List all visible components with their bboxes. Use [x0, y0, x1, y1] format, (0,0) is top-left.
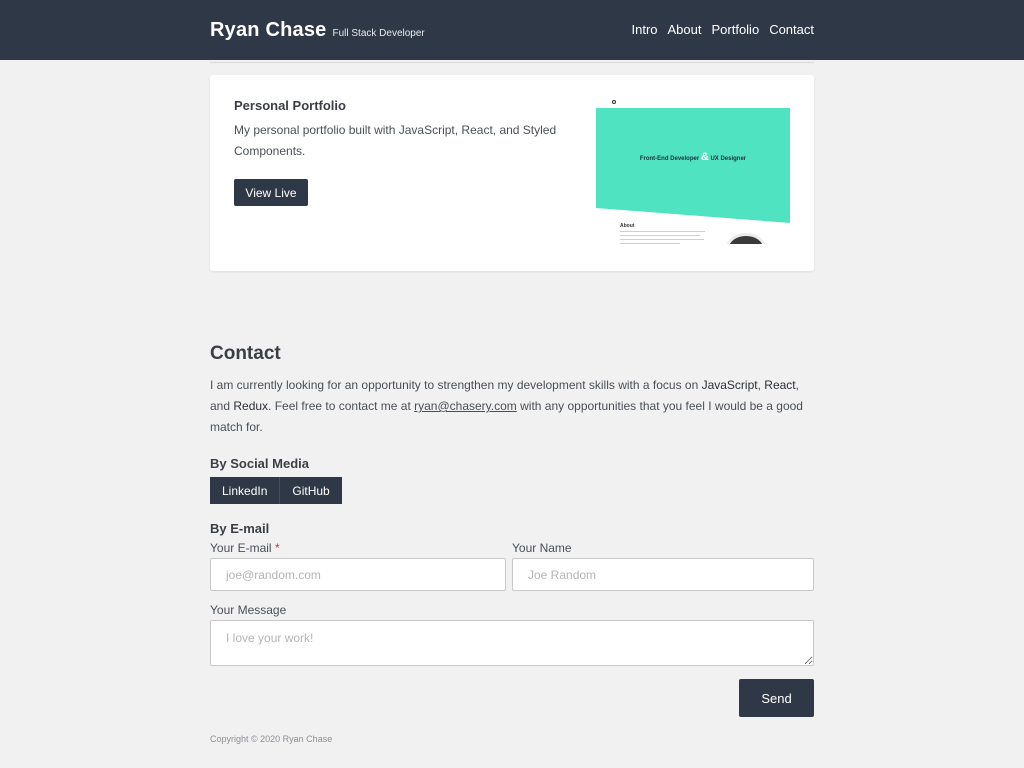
social-buttons: LinkedIn GitHub	[210, 477, 342, 504]
project-title: Personal Portfolio	[234, 98, 346, 113]
copyright: Copyright © 2020 Ryan Chase	[210, 734, 333, 744]
thumbnail-hero-left: Front-End Developer	[639, 156, 700, 162]
project-thumbnail[interactable]: Front-End Developer & UX Designer About	[596, 96, 790, 244]
nav-about[interactable]: About	[668, 22, 702, 37]
thumbnail-avatar	[726, 233, 766, 244]
thumbnail-logo-icon	[612, 100, 616, 104]
thumbnail-text-line	[620, 243, 680, 244]
name-field-label: Your Name	[512, 541, 572, 555]
nav-intro[interactable]: Intro	[631, 22, 657, 37]
tech-redux: Redux	[233, 399, 269, 413]
thumbnail-text-line	[620, 239, 704, 240]
github-button[interactable]: GitHub	[280, 477, 342, 504]
email-field-label: Your E-mail *	[210, 541, 280, 555]
thumbnail-text-line	[620, 231, 705, 232]
required-mark: *	[274, 541, 280, 555]
thumbnail-hero-text: Front-End Developer & UX Designer	[596, 151, 790, 163]
thumbnail-hero	[596, 108, 790, 223]
brand[interactable]: Ryan Chase Full Stack Developer	[210, 19, 425, 42]
thumbnail-text-line	[620, 235, 700, 236]
project-card: Personal Portfolio My personal portfolio…	[210, 75, 814, 271]
site-subtitle: Full Stack Developer	[332, 28, 425, 39]
email-link[interactable]: ryan@chasery.com	[414, 399, 517, 413]
tech-javascript: JavaScript	[701, 378, 758, 392]
email-input[interactable]	[210, 558, 506, 591]
view-live-button[interactable]: View Live	[234, 179, 308, 206]
main-nav: Intro About Portfolio Contact	[631, 22, 814, 37]
linkedin-button[interactable]: LinkedIn	[210, 477, 281, 504]
project-description: My personal portfolio built with JavaScr…	[234, 123, 557, 158]
contact-text-part: I am currently looking for an opportunit…	[210, 378, 702, 392]
name-input[interactable]	[512, 558, 814, 591]
divider	[210, 62, 814, 63]
contact-text-part: . Feel free to contact me at	[268, 399, 415, 413]
message-field-label: Your Message	[210, 603, 287, 617]
nav-portfolio[interactable]: Portfolio	[711, 22, 759, 37]
email-field-label-text: Your E-mail	[210, 541, 272, 555]
tech-react: React	[764, 378, 796, 392]
social-media-heading: By Social Media	[210, 456, 309, 471]
site-header: Ryan Chase Full Stack Developer Intro Ab…	[0, 0, 1024, 60]
message-input[interactable]	[210, 620, 814, 666]
contact-title: Contact	[210, 343, 281, 364]
site-name[interactable]: Ryan Chase	[210, 19, 327, 42]
thumbnail-about-heading: About	[620, 223, 635, 229]
send-button[interactable]: Send	[739, 679, 814, 717]
nav-contact[interactable]: Contact	[769, 22, 814, 37]
contact-text: I am currently looking for an opportunit…	[210, 375, 814, 438]
email-heading: By E-mail	[210, 521, 270, 536]
thumbnail-hero-right: UX Designer	[710, 156, 747, 162]
thumbnail-hero-amp: &	[700, 151, 709, 163]
